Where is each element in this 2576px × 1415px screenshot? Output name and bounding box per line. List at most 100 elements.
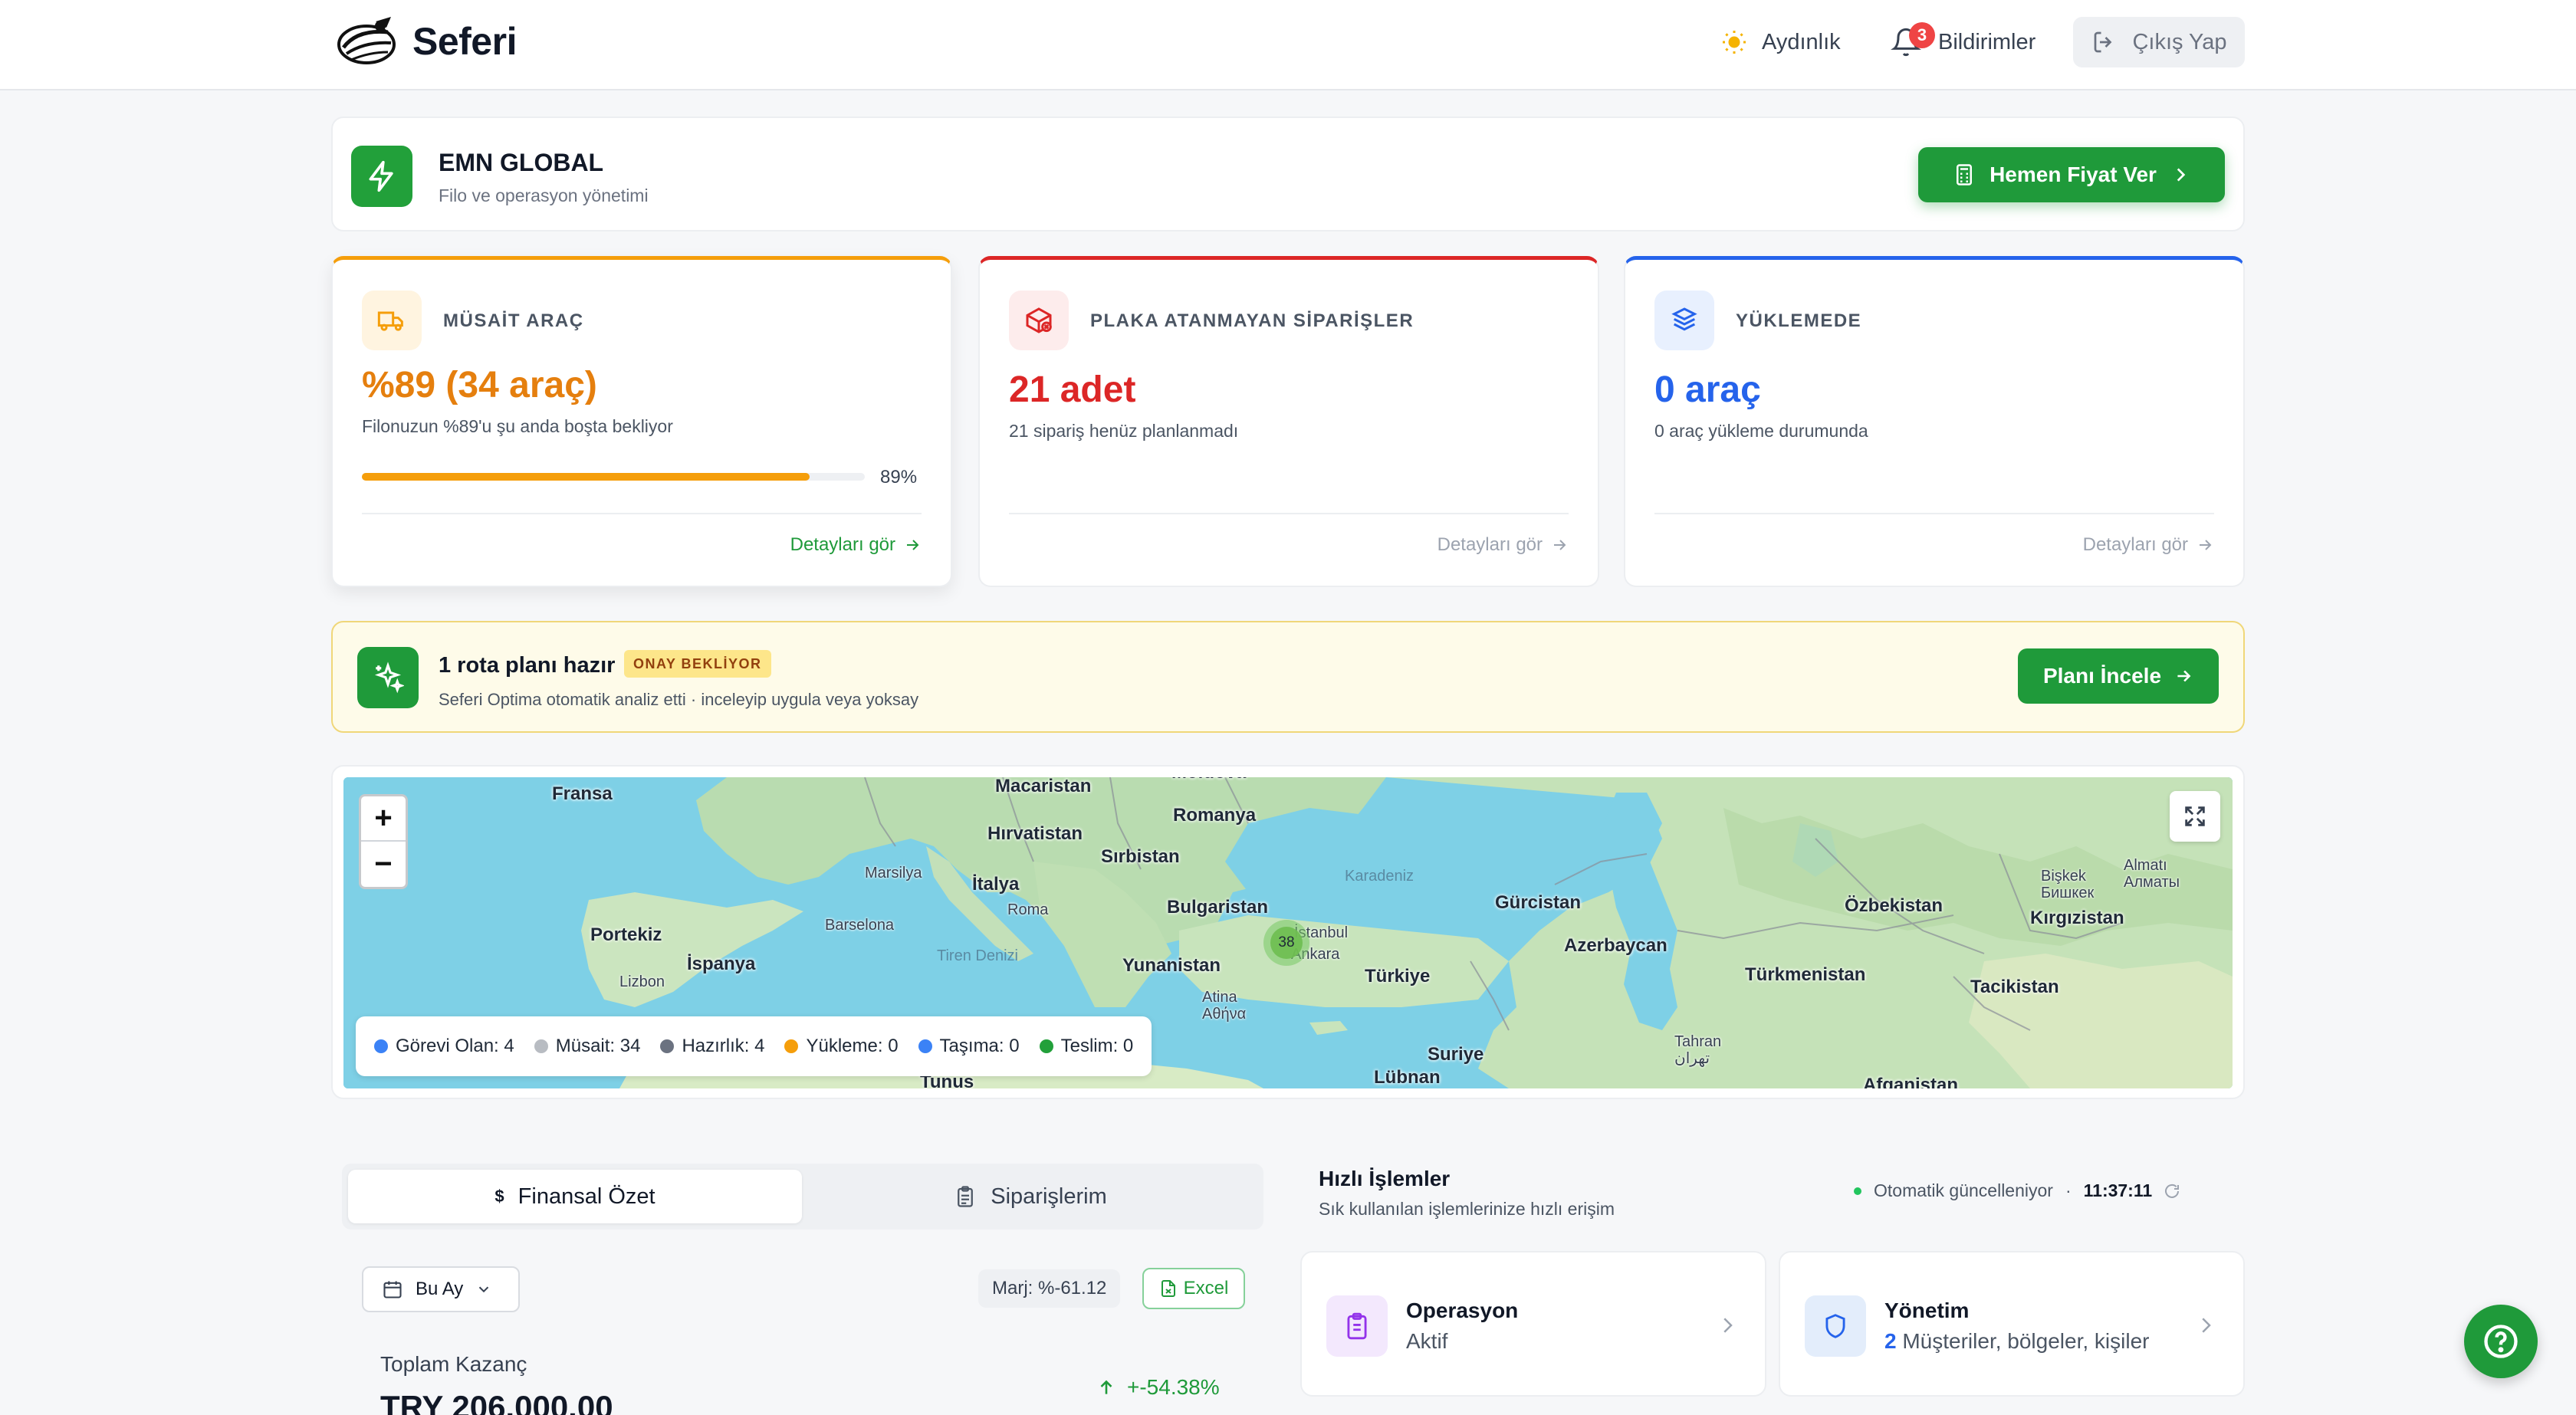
review-plan-label: Planı İncele (2042, 664, 2162, 688)
chevron-right-icon (2177, 168, 2186, 182)
stat-label: YÜKLEMEDE (1736, 310, 1862, 331)
auto-update-status: Otomatik güncelleniyor · 11:37:11 (1854, 1180, 2181, 1201)
map-label-city: Roma (1007, 901, 1049, 918)
auto-update-label: Otomatik güncelleniyor (1874, 1180, 2053, 1200)
refresh-icon[interactable] (2163, 1182, 2181, 1200)
details-link[interactable]: Detayları gör (2083, 534, 2214, 556)
company-name: EMN GLOBAL (439, 149, 604, 176)
cluster-count: 38 (1270, 927, 1303, 959)
divider (1009, 513, 1569, 514)
last-update-time: 11:37:11 (2083, 1180, 2153, 1200)
map-label-country: Gürcistan (1495, 892, 1582, 913)
excel-label: Excel (1183, 1278, 1229, 1298)
period-value: Bu Ay (416, 1279, 464, 1299)
legend-label: Teslim: 0 (1060, 1036, 1134, 1056)
total-earnings-label: Toplam Kazanç (380, 1352, 527, 1376)
sparkles-icon (357, 647, 419, 708)
zoom-in-button[interactable]: + (361, 796, 406, 842)
details-link[interactable]: Detayları gör (1438, 534, 1569, 556)
legend-item: Hazırlık: 4 (660, 1036, 764, 1057)
period-select[interactable]: Bu Ay (362, 1266, 520, 1312)
fleet-map[interactable]: Fransa Macaristan Moldova Romanya Hırvat… (343, 777, 2233, 1088)
route-plan-subtitle: Seferi Optima otomatik analiz etti · inc… (439, 690, 919, 709)
earnings-change-value: +-54.38% (1127, 1375, 1220, 1399)
legend-dot (534, 1039, 548, 1053)
details-link-label: Detayları gör (790, 534, 895, 555)
map-label-country: Tacikistan (1970, 977, 2059, 997)
expand-icon (2185, 806, 2205, 826)
legend-dot (918, 1039, 932, 1053)
map-legend: Görevi Olan: 4 Müsait: 34 Hazırlık: 4 Yükle… (356, 1016, 1152, 1076)
map-label-country: Afganistan (1863, 1075, 1959, 1088)
top-header: Seferi Aydınlık 3 Bildirimler Çıkış Yap (0, 0, 2576, 90)
zoom-out-button[interactable]: − (361, 842, 406, 887)
seferi-logo-icon (337, 17, 396, 64)
map-label-country: Portekiz (590, 924, 662, 945)
legend-item: Görevi Olan: 4 (374, 1036, 514, 1057)
stat-description: 0 araç yükleme durumunda (1654, 421, 1868, 441)
map-label-country: Macaristan (995, 777, 1092, 796)
chevron-right-icon (1723, 1318, 1733, 1333)
legend-label: Taşıma: 0 (939, 1036, 1020, 1056)
quick-action-operations[interactable]: Operasyon Aktif (1300, 1251, 1766, 1397)
legend-dot (660, 1039, 675, 1053)
sun-icon (1723, 31, 1746, 54)
finance-tabs: $ Finansal Özet Siparişlerim (342, 1164, 1263, 1230)
route-plan-banner: 1 rota planı hazır ONAY BEKLİYOR Seferi … (331, 621, 2245, 733)
quick-action-desc: 2 Müşteriler, bölgeler, kişiler (1884, 1329, 2149, 1354)
notifications-button[interactable]: 3 Bildirimler (1891, 17, 2036, 67)
arrow-right-icon (907, 540, 919, 550)
brand-logo[interactable]: Seferi (334, 14, 517, 69)
quick-action-desc-text: Müşteriler, bölgeler, kişiler (1902, 1329, 2150, 1353)
stat-label: PLAKA ATANMAYAN SİPARİŞLER (1090, 310, 1414, 331)
calendar-icon (383, 1281, 402, 1298)
map-label-country: İtalya (972, 874, 1020, 895)
arrow-up-icon (1100, 1380, 1112, 1394)
boxes-icon (1654, 291, 1714, 350)
map-label-city: Tahran تهران (1674, 1033, 1722, 1067)
stat-value: 21 adet (1009, 369, 1136, 410)
map-label-city: Bişkek Бишкек (2041, 868, 2095, 901)
logout-label: Çıkış Yap (2132, 29, 2227, 54)
quick-action-name: Operasyon (1406, 1298, 1519, 1322)
notification-count-badge: 3 (1909, 22, 1935, 48)
logout-icon (2095, 31, 2112, 53)
pending-approval-badge: ONAY BEKLİYOR (624, 650, 771, 678)
map-label-sea: Karadeniz (1345, 868, 1414, 885)
theme-toggle-button[interactable]: Aydınlık (1720, 17, 1841, 67)
map-label-country: Türkmenistan (1745, 964, 1866, 985)
map-label-country: Lübnan (1374, 1067, 1441, 1088)
file-excel-icon (1161, 1280, 1175, 1297)
review-plan-button[interactable]: Planı İncele (2018, 648, 2219, 704)
fullscreen-button[interactable] (2170, 791, 2220, 842)
dollar-icon: $ (495, 1187, 504, 1206)
live-status-dot (1854, 1187, 1861, 1195)
map-label-city: Barselona (825, 917, 895, 934)
map-label-sea: Tiren Denizi (937, 947, 1018, 964)
stat-label: MÜSAİT ARAÇ (443, 310, 584, 331)
tab-financial-summary[interactable]: $ Finansal Özet (348, 1170, 802, 1223)
company-subtitle: Filo ve operasyon yönetimi (439, 185, 649, 205)
arrow-right-icon (1554, 540, 1566, 550)
help-button[interactable] (2464, 1305, 2538, 1378)
logout-button[interactable]: Çıkış Yap (2073, 17, 2245, 67)
tab-my-orders[interactable]: Siparişlerim (803, 1170, 1257, 1223)
company-card: EMN GLOBAL Filo ve operasyon yönetimi He… (331, 117, 2245, 231)
map-label-country: Özbekistan (1845, 895, 1944, 916)
map-label-city: Lizbon (619, 973, 665, 990)
loading-card: YÜKLEMEDE 0 araç 0 araç yükleme durumund… (1624, 256, 2245, 587)
details-link[interactable]: Detayları gör (790, 534, 922, 556)
quote-now-button[interactable]: Hemen Fiyat Ver (1918, 147, 2225, 202)
quick-action-count: 2 (1884, 1329, 1897, 1353)
map-label-country: İspanya (687, 954, 756, 974)
shield-icon (1805, 1295, 1866, 1357)
details-link-label: Detayları gör (1437, 534, 1543, 555)
map-label-country: Suriye (1428, 1044, 1484, 1065)
excel-export-button[interactable]: Excel (1142, 1268, 1245, 1309)
legend-item: Teslim: 0 (1039, 1036, 1134, 1057)
quick-action-management[interactable]: Yönetim 2 Müşteriler, bölgeler, kişiler (1779, 1251, 2245, 1397)
map-label-country: Bulgaristan (1167, 897, 1269, 918)
map-label-country: Azerbaycan (1564, 935, 1668, 956)
stat-value: %89 (34 araç) (362, 365, 597, 405)
vehicle-cluster-marker[interactable]: 38 (1263, 920, 1309, 966)
